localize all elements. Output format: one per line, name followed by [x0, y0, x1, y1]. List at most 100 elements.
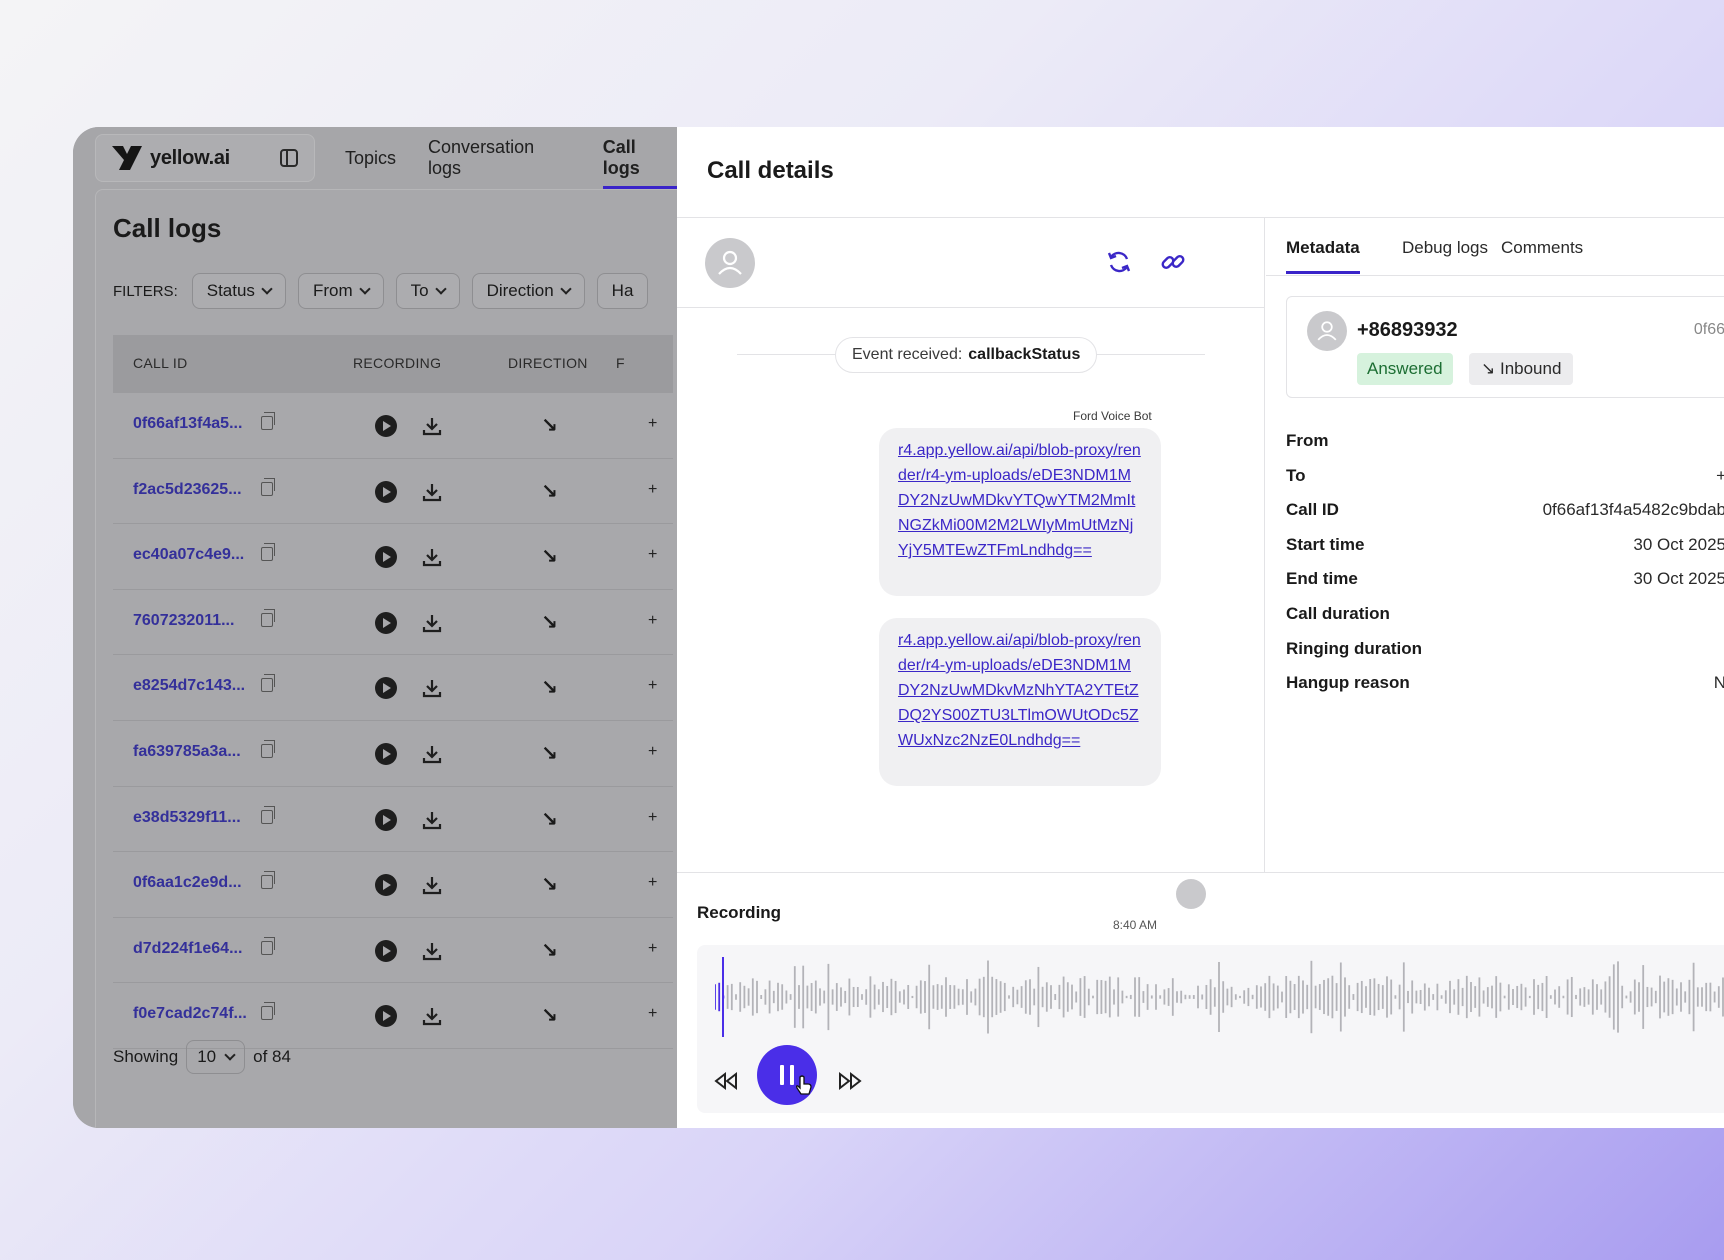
- call-id-link[interactable]: e38d5329f11...: [133, 809, 241, 827]
- call-id-link[interactable]: d7d224f1e64...: [133, 940, 242, 958]
- table-header: CALL ID RECORDING DIRECTION F: [113, 335, 673, 393]
- download-icon[interactable]: [421, 481, 443, 503]
- message-link-2[interactable]: r4.app.yellow.ai/api/blob-proxy/render/r…: [879, 618, 1161, 786]
- direction-badge: ↘ Inbound: [1469, 353, 1574, 385]
- message-link-1[interactable]: r4.app.yellow.ai/api/blob-proxy/render/r…: [879, 428, 1161, 596]
- inbound-arrow-icon: ↘: [541, 611, 558, 634]
- row-extra: +: [648, 611, 658, 629]
- status-badge: Answered: [1357, 353, 1453, 385]
- drawer-title: Call details: [707, 157, 834, 184]
- table-row[interactable]: fa639785a3a... ↘ +: [113, 721, 673, 787]
- table-row[interactable]: e38d5329f11... ↘ +: [113, 787, 673, 853]
- metadata-value: +: [1716, 465, 1724, 485]
- event-name: callbackStatus: [968, 346, 1081, 363]
- copy-icon[interactable]: [261, 608, 275, 627]
- call-id-link[interactable]: 0f66af13f4a5...: [133, 415, 242, 433]
- copy-icon[interactable]: [261, 674, 275, 693]
- table-row[interactable]: 0f66af13f4a5... ↘ +: [113, 393, 673, 459]
- table-row[interactable]: f2ac5d23625... ↘ +: [113, 459, 673, 525]
- play-icon[interactable]: [375, 939, 397, 962]
- download-icon[interactable]: [421, 546, 443, 568]
- filter-hangup[interactable]: Ha: [596, 273, 649, 309]
- play-icon[interactable]: [375, 611, 397, 634]
- inbound-arrow-icon: ↘: [541, 480, 558, 503]
- play-icon[interactable]: [375, 1005, 397, 1028]
- inbound-arrow-icon: ↘: [541, 1005, 558, 1028]
- inbound-arrow-icon: ↘: [541, 874, 558, 897]
- metadata-field: To +: [1286, 466, 1724, 486]
- download-icon[interactable]: [421, 874, 443, 896]
- yellow-ai-logo-icon: [112, 146, 142, 170]
- play-icon[interactable]: [375, 415, 397, 437]
- rewind-icon[interactable]: [713, 1071, 739, 1091]
- fast-forward-icon[interactable]: [837, 1071, 863, 1091]
- metadata-key: To: [1286, 465, 1306, 485]
- table-row[interactable]: ec40a07c4e9... ↘ +: [113, 524, 673, 590]
- app-window: yellow.ai Topics Conversation logs Call …: [73, 127, 1724, 1128]
- download-icon[interactable]: [421, 415, 443, 437]
- contact-number: +86893932: [1357, 319, 1458, 341]
- copy-icon[interactable]: [261, 477, 275, 496]
- table-row[interactable]: d7d224f1e64... ↘ +: [113, 918, 673, 984]
- copy-icon[interactable]: [261, 1002, 275, 1021]
- row-extra: +: [648, 874, 658, 892]
- copy-icon[interactable]: [261, 805, 275, 824]
- call-id-link[interactable]: e8254d7c143...: [133, 677, 245, 695]
- call-id-link[interactable]: 7607232011...: [133, 612, 234, 630]
- call-logs-background: yellow.ai Topics Conversation logs Call …: [73, 127, 695, 1128]
- call-id-link[interactable]: ec40a07c4e9...: [133, 546, 244, 564]
- download-icon[interactable]: [421, 1005, 443, 1027]
- page-size-select[interactable]: 10: [186, 1040, 246, 1074]
- sidebar-toggle-icon[interactable]: [280, 149, 298, 167]
- table-row[interactable]: 7607232011... ↘ +: [113, 590, 673, 656]
- contact-avatar-icon: [1307, 311, 1347, 351]
- tab-debug-logs[interactable]: Debug logs: [1402, 238, 1488, 258]
- column-recording: RECORDING: [353, 355, 442, 371]
- download-icon[interactable]: [421, 612, 443, 634]
- download-icon[interactable]: [421, 677, 443, 699]
- tab-topics[interactable]: Topics: [345, 127, 396, 189]
- download-icon[interactable]: [421, 743, 443, 765]
- link-icon[interactable]: [1159, 248, 1187, 276]
- metadata-tabs: Metadata Debug logs Comments: [1266, 218, 1724, 276]
- tab-call-logs[interactable]: Call logs: [602, 127, 678, 189]
- copy-icon[interactable]: [261, 739, 275, 758]
- play-icon[interactable]: [375, 808, 397, 831]
- metadata-key: Call duration: [1286, 604, 1390, 623]
- table-row[interactable]: e8254d7c143... ↘ +: [113, 655, 673, 721]
- play-icon[interactable]: [375, 480, 397, 503]
- call-id-link[interactable]: 0f6aa1c2e9d...: [133, 874, 242, 892]
- play-icon[interactable]: [375, 874, 397, 897]
- metadata-value: N: [1713, 673, 1724, 693]
- row-extra: +: [648, 480, 658, 498]
- call-id-link[interactable]: f0e7cad2c74f...: [133, 1005, 247, 1023]
- filter-from[interactable]: From: [297, 273, 384, 309]
- copy-icon[interactable]: [261, 936, 275, 955]
- play-icon[interactable]: [375, 742, 397, 765]
- copy-icon[interactable]: [261, 412, 275, 430]
- copy-icon[interactable]: [261, 543, 275, 562]
- table-row[interactable]: 0f6aa1c2e9d... ↘ +: [113, 852, 673, 918]
- tab-conversation-logs[interactable]: Conversation logs: [428, 127, 571, 189]
- download-icon[interactable]: [421, 940, 443, 962]
- play-icon[interactable]: [375, 677, 397, 700]
- inbound-arrow-icon: ↘: [541, 808, 558, 831]
- filter-to[interactable]: To: [395, 273, 460, 309]
- row-extra: +: [648, 939, 658, 957]
- tab-comments[interactable]: Comments: [1501, 238, 1583, 258]
- play-icon[interactable]: [375, 546, 397, 569]
- waveform[interactable]: [715, 957, 1724, 1037]
- copy-icon[interactable]: [261, 871, 275, 890]
- row-extra: +: [648, 415, 658, 432]
- chat-transcript: Event received: callbackStatus Ford Voic…: [677, 218, 1265, 932]
- call-id-link[interactable]: f2ac5d23625...: [133, 481, 242, 499]
- tab-metadata[interactable]: Metadata: [1286, 238, 1360, 274]
- page-title: Call logs: [113, 213, 222, 243]
- filter-direction[interactable]: Direction: [471, 273, 585, 309]
- download-icon[interactable]: [421, 809, 443, 831]
- column-direction: DIRECTION: [508, 355, 588, 371]
- call-id-link[interactable]: fa639785a3a...: [133, 743, 241, 761]
- refresh-icon[interactable]: [1105, 248, 1133, 276]
- filter-status[interactable]: Status: [191, 273, 286, 309]
- metadata-key: From: [1286, 431, 1329, 450]
